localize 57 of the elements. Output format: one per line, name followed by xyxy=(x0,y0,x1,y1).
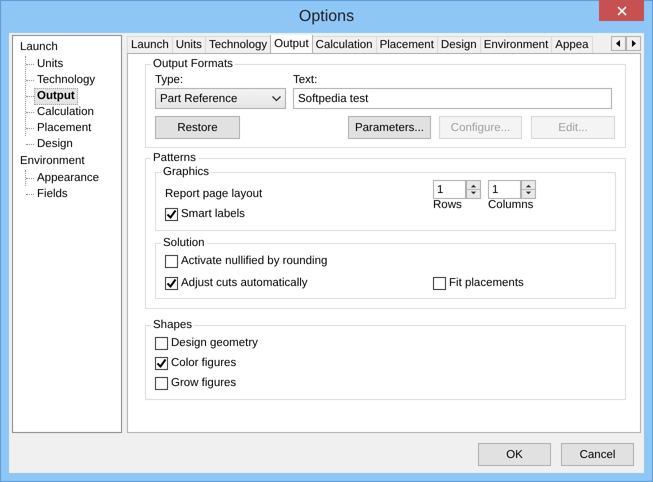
tab[interactable]: Appea xyxy=(551,36,593,53)
spin-arrows-icon[interactable] xyxy=(521,180,536,199)
scroll-right-button[interactable] xyxy=(626,36,641,51)
window-title: Options xyxy=(298,8,354,26)
dialog-button[interactable]: Cancel xyxy=(561,443,634,466)
field-label: Columns xyxy=(488,199,534,211)
checkbox-label: Design geometry xyxy=(171,337,258,349)
dialog-button[interactable]: Parameters... xyxy=(348,116,431,139)
field-label: Rows xyxy=(433,199,463,211)
tab[interactable]: Design xyxy=(436,36,481,53)
chevron-down-icon xyxy=(272,96,281,102)
tree-item[interactable]: Calculation xyxy=(34,104,97,120)
restore-button[interactable]: Restore xyxy=(155,116,240,139)
tree-item[interactable]: Output xyxy=(34,88,78,104)
spin-arrows-icon[interactable] xyxy=(466,180,481,199)
group-title: Shapes xyxy=(152,319,194,331)
tree-item[interactable]: Launch xyxy=(17,39,61,56)
checkbox[interactable] xyxy=(165,276,178,290)
field-label: Type: xyxy=(155,74,184,86)
tree-item[interactable]: Units xyxy=(34,56,66,72)
tree-item[interactable]: Placement xyxy=(34,120,94,136)
tab[interactable]: Launch xyxy=(127,36,173,53)
group-title: Output Formats xyxy=(152,58,234,70)
number-field[interactable]: 1 xyxy=(488,180,521,199)
checkbox[interactable] xyxy=(155,376,168,390)
type-dropdown[interactable]: Part Reference xyxy=(155,88,286,109)
checkbox-label: Adjust cuts automatically xyxy=(181,277,308,289)
checkbox-label: Fit placements xyxy=(449,277,524,289)
text-field[interactable]: Softpedia test xyxy=(293,88,612,109)
field-label: Report page layout xyxy=(165,188,262,200)
tree-item[interactable]: Technology xyxy=(34,72,98,88)
tab[interactable]: Technology xyxy=(204,36,272,53)
tree-item[interactable]: Environment xyxy=(17,153,88,170)
checkbox[interactable] xyxy=(433,276,446,290)
checkbox[interactable] xyxy=(165,254,178,268)
tree-item[interactable]: Fields xyxy=(34,186,71,202)
tab[interactable]: Output xyxy=(270,35,313,53)
dialog-button[interactable]: OK xyxy=(478,443,551,466)
checkbox-label: Grow figures xyxy=(171,377,236,389)
tree-item[interactable]: Design xyxy=(34,136,76,152)
group-title: Graphics xyxy=(162,166,210,178)
checkbox-label: Smart labels xyxy=(181,208,245,220)
checkbox[interactable] xyxy=(155,336,168,350)
group-title: Patterns xyxy=(152,152,197,164)
number-field[interactable]: 1 xyxy=(433,180,466,199)
group-title: Solution xyxy=(162,237,206,249)
close-icon xyxy=(616,6,626,16)
field-label: Text: xyxy=(293,74,318,86)
tree-item[interactable]: Appearance xyxy=(34,170,102,186)
caret-left-icon xyxy=(616,40,621,47)
checkbox[interactable] xyxy=(165,208,178,220)
checkbox-label: Activate nullified by rounding xyxy=(181,255,328,267)
caret-right-icon xyxy=(631,40,636,47)
scroll-left-button[interactable] xyxy=(611,36,626,51)
close-button[interactable] xyxy=(599,0,644,21)
checkbox-label: Color figures xyxy=(171,357,236,369)
checkbox[interactable] xyxy=(155,356,168,370)
